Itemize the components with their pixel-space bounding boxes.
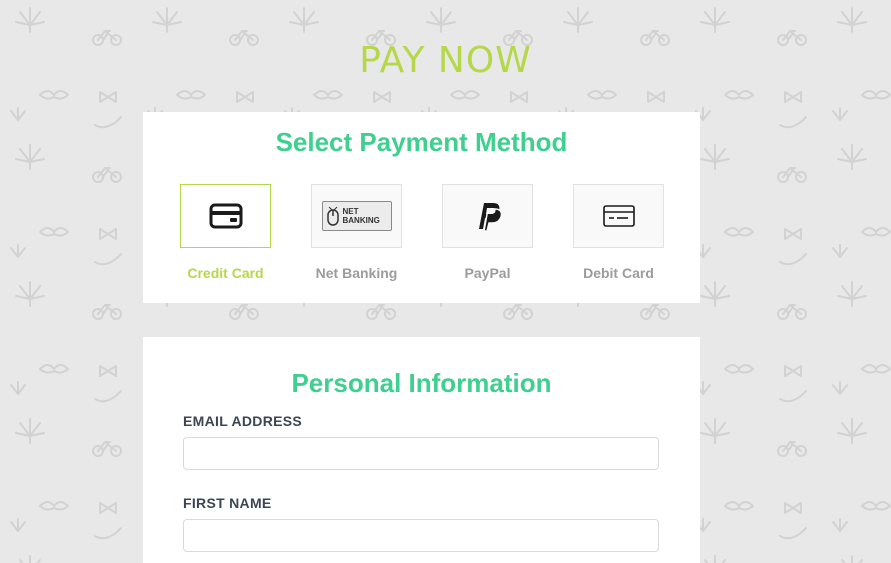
net-banking-logo-text: NET BANKING <box>342 207 380 225</box>
page-title: PAY NOW <box>359 40 532 81</box>
net-banking-label: Net Banking <box>315 265 398 281</box>
paypal-tile[interactable] <box>442 184 533 248</box>
payment-option-net-banking[interactable]: NET BANKING Net Banking <box>311 184 402 281</box>
first-name-field[interactable] <box>183 519 659 552</box>
personal-section-heading: Personal Information <box>291 368 552 398</box>
net-banking-icon: NET BANKING <box>321 201 392 231</box>
credit-card-icon <box>209 203 242 229</box>
debit-card-tile[interactable] <box>573 184 664 248</box>
credit-card-tile[interactable] <box>180 184 271 248</box>
credit-card-label: Credit Card <box>187 265 264 281</box>
payment-option-paypal[interactable]: PayPal <box>442 184 533 281</box>
first-name-label: FIRST NAME <box>183 495 272 511</box>
debit-card-icon <box>602 205 635 227</box>
payment-method-card: Select Payment Method Credit Card NET BA… <box>143 112 700 303</box>
payment-section-heading: Select Payment Method <box>275 127 568 157</box>
email-field[interactable] <box>183 437 659 470</box>
net-banking-tile[interactable]: NET BANKING <box>311 184 402 248</box>
personal-info-card: Personal Information EMAIL ADDRESS FIRST… <box>143 337 700 563</box>
paypal-label: PayPal <box>464 265 511 281</box>
debit-card-label: Debit Card <box>583 265 654 281</box>
email-label: EMAIL ADDRESS <box>183 413 303 429</box>
payment-option-credit-card[interactable]: Credit Card <box>180 184 271 281</box>
personal-info-form: EMAIL ADDRESS FIRST NAME <box>183 413 659 563</box>
payment-option-debit-card[interactable]: Debit Card <box>573 184 664 281</box>
payment-method-list: Credit Card NET BANKING Net Banking PayP… <box>180 184 664 281</box>
mouse-icon <box>326 206 339 226</box>
paypal-icon <box>478 203 502 232</box>
